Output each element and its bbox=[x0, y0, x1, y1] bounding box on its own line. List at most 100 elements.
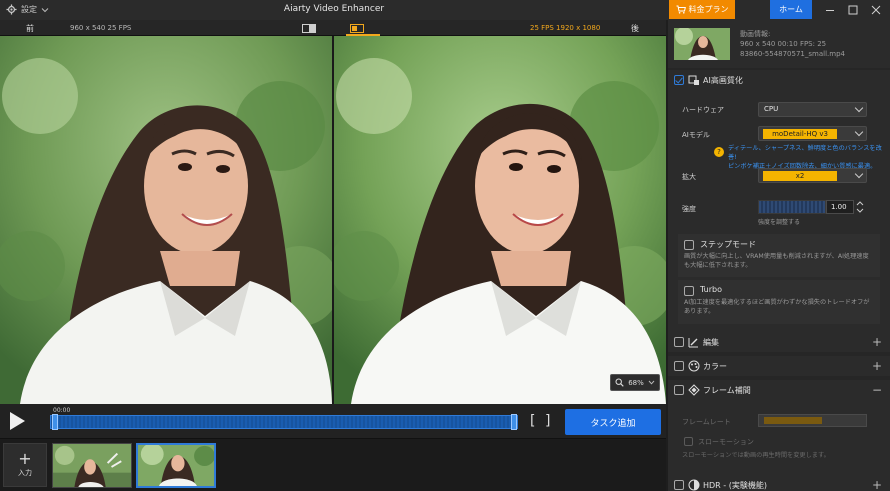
play-icon[interactable] bbox=[8, 411, 26, 431]
turbo-checkbox[interactable] bbox=[684, 286, 694, 296]
chevron-down-icon bbox=[854, 103, 864, 113]
timeline-track[interactable] bbox=[50, 415, 518, 429]
collapse-icon[interactable]: − bbox=[872, 383, 882, 397]
edit-label: 編集 bbox=[703, 337, 719, 347]
frame-interp-body: フレームレート スローモーション スローモーションでは動画の再生時間を変更します… bbox=[668, 400, 890, 480]
strength-label: 強度 bbox=[682, 205, 696, 213]
file-meta: 960 x 540 00:10 FPS: 25 bbox=[740, 40, 827, 48]
hardware-label: ハードウェア bbox=[682, 106, 724, 114]
frame-interp-label: フレーム補間 bbox=[703, 385, 751, 395]
minimize-icon[interactable] bbox=[822, 2, 838, 18]
ai-model-hint-line1: ディテール、シャープネス、鮮明度と色のバランスを改善! bbox=[728, 145, 882, 161]
set-out-point-button[interactable]: ] bbox=[545, 413, 550, 429]
pricing-button[interactable]: 料金プラン bbox=[669, 0, 735, 19]
set-in-point-button[interactable]: [ bbox=[530, 413, 535, 429]
ai-enhance-label: AI高画質化 bbox=[703, 75, 743, 85]
chevron-down-icon bbox=[648, 380, 655, 385]
color-section-header[interactable]: カラー + bbox=[668, 356, 890, 376]
file-thumbnail-image bbox=[674, 28, 730, 60]
file-info-card: 動画情報: 960 x 540 00:10 FPS: 25 83860-5548… bbox=[668, 20, 890, 68]
home-button[interactable]: ホーム bbox=[770, 0, 812, 19]
file-name: 83860-554870571_small.mp4 bbox=[740, 50, 845, 58]
trim-start-handle[interactable] bbox=[52, 414, 58, 430]
stepper-arrows-icon[interactable] bbox=[856, 200, 864, 214]
media-strip: + 入力 bbox=[0, 438, 666, 491]
step-mode-label: ステップモード bbox=[700, 240, 756, 249]
ai-model-label: AIモデル bbox=[682, 131, 710, 139]
file-info-text: 動画情報: 960 x 540 00:10 FPS: 25 83860-5548… bbox=[740, 29, 845, 59]
chevron-down-icon bbox=[854, 169, 864, 179]
zoom-control[interactable]: 68% bbox=[610, 374, 660, 391]
frame-icon bbox=[688, 384, 700, 396]
close-icon[interactable] bbox=[868, 2, 884, 18]
title-bar: 設定 Aiarty Video Enhancer 料金プラン ホーム bbox=[0, 0, 890, 20]
hardware-select[interactable]: CPU bbox=[758, 102, 867, 117]
before-frame-image bbox=[0, 36, 332, 404]
slow-motion-desc: スローモーションでは動画の再生時間を変更します。 bbox=[682, 452, 830, 459]
color-checkbox[interactable] bbox=[674, 361, 684, 371]
palette-icon bbox=[688, 360, 700, 372]
hdr-section-header[interactable]: HDR - (実験機能) + bbox=[668, 475, 890, 491]
turbo-card: Turbo AI加工速度を最適化するほど画質がわずかな損失のトレードオフがありま… bbox=[678, 280, 880, 324]
ai-enhance-section: AI高画質化 ハードウェア CPU AIモデル moDetail-HQ v3 ?… bbox=[668, 70, 890, 342]
expand-icon[interactable]: + bbox=[872, 335, 882, 349]
output-info: 25 FPS 1920 x 1080 bbox=[530, 24, 601, 32]
preview-before[interactable] bbox=[0, 36, 332, 404]
ai-model-value: moDetail-HQ v3 bbox=[763, 129, 837, 139]
timeline-area: 00:00 [ ] タスク追加 bbox=[0, 404, 666, 438]
maximize-icon[interactable] bbox=[845, 2, 861, 18]
expand-icon[interactable]: + bbox=[872, 478, 882, 491]
media-thumbnail[interactable] bbox=[52, 443, 132, 488]
turbo-label: Turbo bbox=[700, 285, 723, 294]
hardware-value: CPU bbox=[764, 105, 779, 113]
edit-icon bbox=[688, 338, 698, 348]
strength-hint: 強度を調整する bbox=[758, 219, 801, 226]
ai-enhance-header[interactable]: AI高画質化 bbox=[668, 70, 890, 90]
add-task-button[interactable]: タスク追加 bbox=[565, 409, 661, 435]
expand-icon[interactable]: + bbox=[872, 359, 882, 373]
magnifier-icon bbox=[615, 378, 624, 387]
scale-value: x2 bbox=[763, 171, 837, 181]
scale-select[interactable]: x2 bbox=[758, 168, 867, 183]
edit-section-header[interactable]: 編集 + bbox=[668, 332, 890, 352]
strength-slider[interactable] bbox=[758, 200, 826, 214]
ai-model-hint: ディテール、シャープネス、鮮明度と色のバランスを改善! ピンボケ補正＋ノイズ回数… bbox=[728, 144, 888, 171]
scale-label: 拡大 bbox=[682, 173, 696, 181]
cart-icon bbox=[676, 5, 686, 14]
slow-motion-label: スローモーション bbox=[698, 438, 754, 446]
frame-rate-slider bbox=[758, 414, 867, 427]
thumbnail-image bbox=[138, 445, 214, 486]
zoom-value: 68% bbox=[628, 378, 644, 387]
source-info: 960 x 540 25 FPS bbox=[70, 24, 132, 32]
hdr-label: HDR - (実験機能) bbox=[703, 480, 767, 490]
hdr-checkbox[interactable] bbox=[674, 480, 684, 490]
preview-after[interactable] bbox=[334, 36, 666, 404]
add-input-label: 入力 bbox=[18, 469, 32, 477]
frame-interp-checkbox[interactable] bbox=[674, 385, 684, 395]
file-info-title: 動画情報: bbox=[740, 30, 771, 38]
thumbnail-image bbox=[53, 444, 131, 487]
add-input-button[interactable]: + 入力 bbox=[3, 443, 47, 487]
before-label: 前 bbox=[26, 24, 34, 33]
slow-motion-checkbox bbox=[684, 437, 693, 446]
ai-model-select[interactable]: moDetail-HQ v3 bbox=[758, 126, 867, 141]
strength-input[interactable]: 1.00 bbox=[826, 200, 854, 214]
edit-checkbox[interactable] bbox=[674, 337, 684, 347]
ai-enhance-checkbox[interactable] bbox=[674, 75, 684, 85]
step-mode-desc: 画質が大幅に向上し、VRAM使用量も削減されますが、AI処理速度も大幅に低下され… bbox=[684, 253, 869, 269]
color-label: カラー bbox=[703, 361, 727, 371]
split-view-toggle-icon[interactable] bbox=[350, 24, 364, 33]
settings-panel: 動画情報: 960 x 540 00:10 FPS: 25 83860-5548… bbox=[668, 20, 890, 491]
media-thumbnail-selected[interactable] bbox=[136, 443, 216, 488]
question-icon[interactable]: ? bbox=[714, 147, 724, 157]
chevron-down-icon bbox=[854, 127, 864, 137]
step-mode-checkbox[interactable] bbox=[684, 240, 694, 250]
after-label: 後 bbox=[631, 24, 639, 33]
pricing-label: 料金プラン bbox=[688, 5, 729, 14]
step-mode-card: ステップモード 画質が大幅に向上し、VRAM使用量も削減されますが、AI処理速度… bbox=[678, 234, 880, 277]
app-title: Aiarty Video Enhancer bbox=[283, 4, 385, 14]
single-view-toggle-icon[interactable] bbox=[302, 24, 316, 33]
frame-interp-header[interactable]: フレーム補間 − bbox=[668, 380, 890, 400]
trim-end-handle[interactable] bbox=[511, 414, 517, 430]
after-frame-image bbox=[334, 36, 666, 404]
